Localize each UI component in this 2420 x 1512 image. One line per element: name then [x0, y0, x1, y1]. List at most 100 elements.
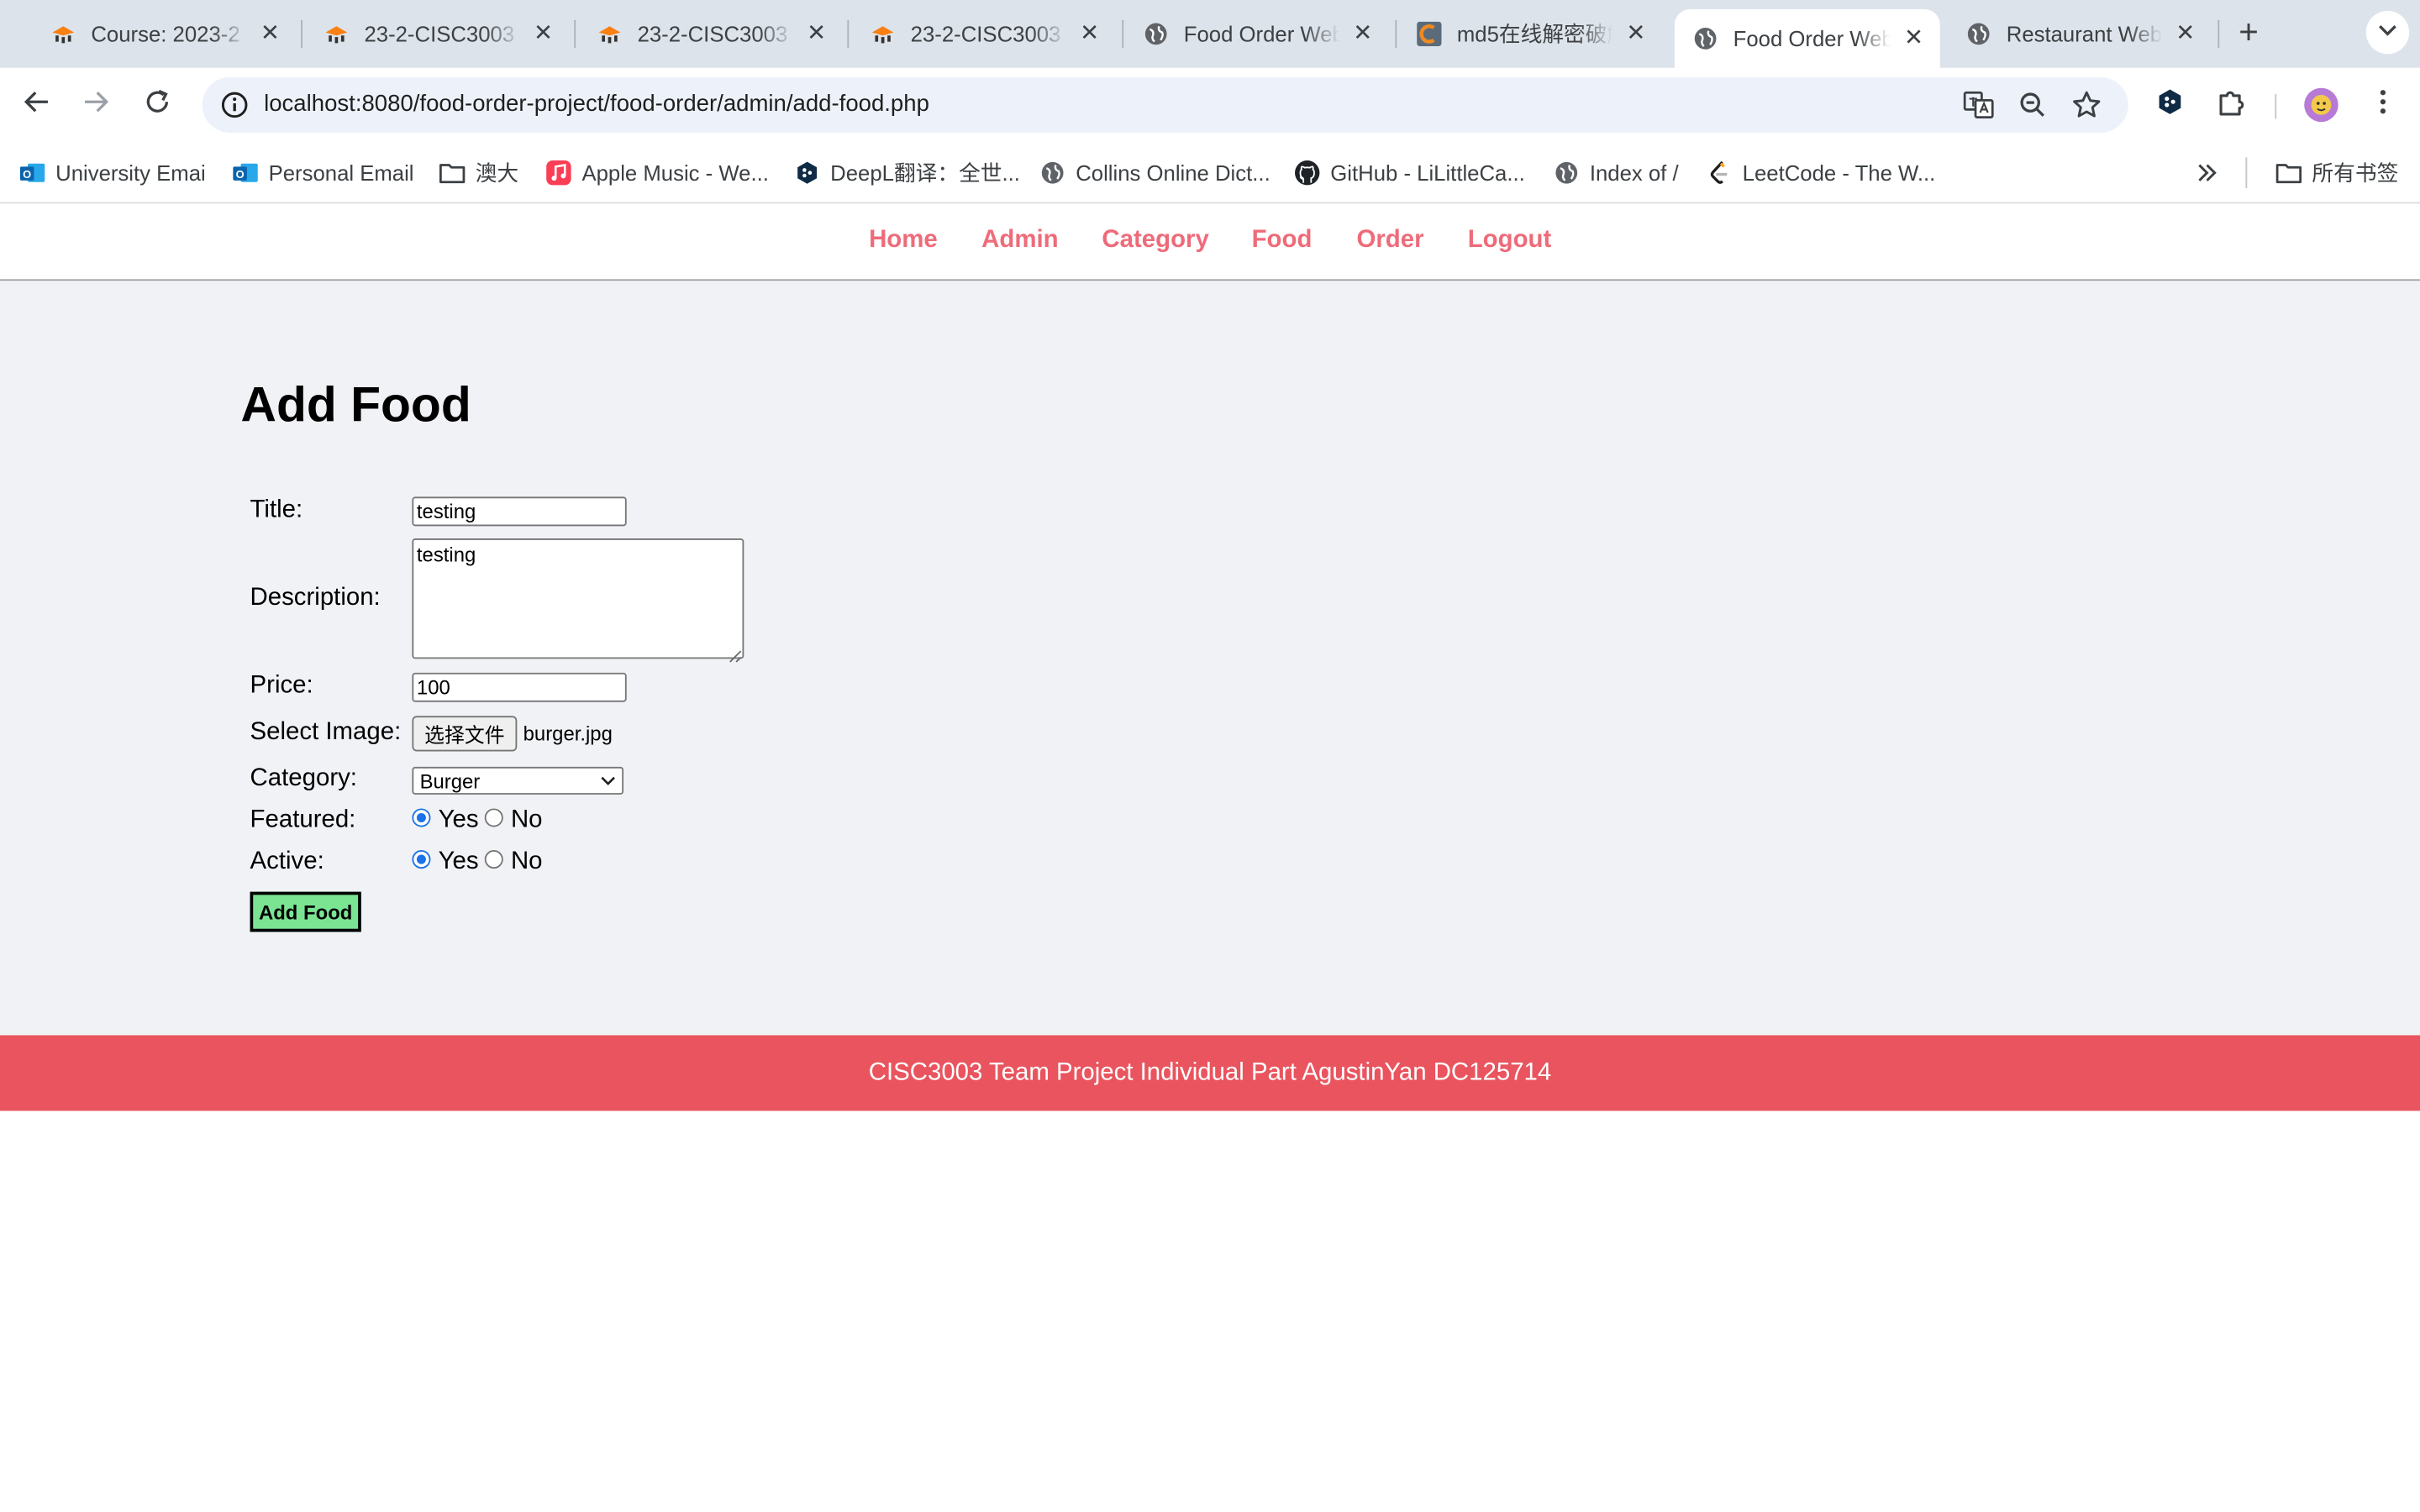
close-icon[interactable]: ✕: [2171, 20, 2199, 48]
title-label: Title:: [250, 496, 303, 523]
moodle-icon: [597, 22, 622, 46]
back-button[interactable]: [15, 83, 58, 126]
forward-button[interactable]: [74, 83, 117, 126]
reload-icon: [144, 87, 171, 123]
tab-md5[interactable]: md5在线解密破解 ✕: [1398, 9, 1662, 59]
tab-title: 23-2-CISC3003: [910, 21, 1061, 47]
featured-no-radio[interactable]: [484, 808, 503, 827]
description-label: Description:: [250, 585, 381, 612]
avatar[interactable]: [2304, 87, 2338, 123]
nav-admin[interactable]: Admin: [981, 227, 1058, 255]
close-icon[interactable]: ✕: [1076, 20, 1103, 48]
translate-icon[interactable]: [1960, 87, 1997, 123]
tab-search-button[interactable]: [2365, 10, 2410, 55]
bookmark-index[interactable]: Index of /: [1553, 157, 1679, 188]
tab-title: Course: 2023-2: [91, 21, 240, 47]
bookmark-personal-email[interactable]: O Personal Email: [232, 157, 414, 188]
resize-grip-icon[interactable]: [729, 643, 743, 663]
outlook-icon: O: [232, 159, 260, 186]
menu-button[interactable]: [2361, 83, 2404, 126]
footer-text: CISC3003 Team Project Individual Part Ag…: [868, 1058, 1552, 1086]
close-icon[interactable]: ✕: [1900, 24, 1928, 52]
nav-logout[interactable]: Logout: [1468, 227, 1552, 255]
tab-divider: [1122, 19, 1124, 48]
moodle-icon: [871, 22, 895, 46]
browser-toolbar: localhost:8080/food-order-project/food-o…: [0, 67, 2420, 142]
choose-file-button[interactable]: 选择文件: [412, 716, 518, 752]
new-tab-button[interactable]: +: [2230, 13, 2267, 51]
arrow-left-icon: [24, 87, 51, 123]
add-food-button[interactable]: Add Food: [250, 891, 361, 932]
site-info-icon[interactable]: [214, 85, 255, 125]
active-no-radio[interactable]: [484, 850, 503, 869]
svg-text:O: O: [236, 168, 245, 181]
selected-file-name: burger.jpg: [523, 722, 613, 746]
tab-food-order-1[interactable]: Food Order Web ✕: [1125, 9, 1389, 59]
folder-icon: [439, 159, 466, 186]
zoom-icon[interactable]: [2014, 87, 2051, 123]
image-label: Select Image:: [250, 718, 402, 746]
extensions-menu-button[interactable]: [2210, 83, 2253, 126]
featured-yes-radio[interactable]: [412, 808, 431, 827]
globe-icon: [1693, 26, 1718, 50]
outlook-icon: O: [18, 159, 46, 186]
close-icon[interactable]: ✕: [1622, 20, 1649, 48]
title-input[interactable]: [412, 496, 627, 527]
reload-button[interactable]: [136, 83, 179, 126]
price-input[interactable]: [412, 672, 627, 702]
apple-music-icon: [544, 159, 572, 186]
tab-divider: [847, 19, 850, 48]
active-label: Active:: [250, 848, 324, 875]
category-selected-value: Burger: [419, 769, 481, 794]
nav-category[interactable]: Category: [1102, 227, 1208, 255]
close-icon[interactable]: ✕: [529, 20, 557, 48]
close-icon[interactable]: ✕: [256, 20, 284, 48]
tab-restaurant[interactable]: Restaurant Web ✕: [1948, 9, 2212, 59]
description-textarea[interactable]: testing: [412, 538, 744, 659]
bookmark-collins[interactable]: Collins Online Dict...: [1039, 157, 1270, 188]
category-select[interactable]: Burger: [412, 766, 624, 795]
nav-home[interactable]: Home: [869, 227, 938, 255]
address-bar[interactable]: localhost:8080/food-order-project/food-o…: [202, 76, 2128, 133]
tab-title: md5在线解密破解: [1456, 21, 1613, 47]
featured-label: Featured:: [250, 806, 356, 833]
deepl-extension-icon: [2156, 87, 2184, 123]
bookmark-university-email[interactable]: O University Emai: [18, 157, 206, 188]
close-icon[interactable]: ✕: [1349, 20, 1376, 48]
bookmark-leetcode[interactable]: LeetCode - The W...: [1706, 157, 1935, 188]
bookmark-star-icon[interactable]: [2068, 87, 2105, 123]
bookmark-label: University Emai: [55, 160, 206, 186]
folder-icon: [2275, 159, 2302, 186]
bookmark-label: Apple Music - We...: [581, 160, 769, 186]
tab-title: Food Order Web: [1183, 21, 1340, 47]
deepl-icon: [793, 159, 821, 186]
tab-cisc3003-3[interactable]: 23-2-CISC3003 ✕: [852, 9, 1116, 59]
tab-title: 23-2-CISC3003: [364, 21, 515, 47]
nav-order[interactable]: Order: [1356, 227, 1423, 255]
bookmark-folder-um[interactable]: 澳大: [439, 157, 518, 188]
bookmark-deepl[interactable]: DeepL翻译：全世...: [793, 157, 1020, 188]
bookmark-label: GitHub - LiLittleCa...: [1330, 160, 1525, 186]
tab-strip: Course: 2023-2 ✕ 23-2-CISC3003 ✕ 23-2-CI…: [0, 0, 2420, 68]
tab-cisc3003-1[interactable]: 23-2-CISC3003 ✕: [306, 9, 570, 59]
site-nav: Home Admin Category Food Order Logout: [0, 203, 2420, 281]
bookmark-apple-music[interactable]: Apple Music - We...: [544, 157, 769, 188]
url-text[interactable]: localhost:8080/food-order-project/food-o…: [264, 91, 929, 117]
github-icon: [1293, 159, 1321, 186]
page-title: Add Food: [240, 376, 471, 433]
toolbar-divider: [2275, 94, 2277, 119]
globe-icon: [1553, 159, 1581, 186]
all-bookmarks-folder[interactable]: 所有书签: [2275, 157, 2398, 188]
chevron-down-icon: [2377, 18, 2399, 47]
tab-cisc3003-2[interactable]: 23-2-CISC3003 ✕: [579, 9, 843, 59]
tab-course[interactable]: Course: 2023-2 ✕: [33, 9, 297, 59]
close-icon[interactable]: ✕: [802, 20, 830, 48]
more-bookmarks-button[interactable]: [2193, 157, 2230, 188]
active-yes-radio[interactable]: [412, 850, 431, 869]
tab-title: Restaurant Web: [2006, 21, 2163, 47]
extension-button[interactable]: [2149, 83, 2191, 126]
nav-food[interactable]: Food: [1252, 227, 1313, 255]
bookmark-github[interactable]: GitHub - LiLittleCa...: [1293, 157, 1525, 188]
tab-food-order-active[interactable]: Food Order Web ✕: [1674, 9, 1940, 68]
bookmark-label: Personal Email: [268, 160, 414, 186]
